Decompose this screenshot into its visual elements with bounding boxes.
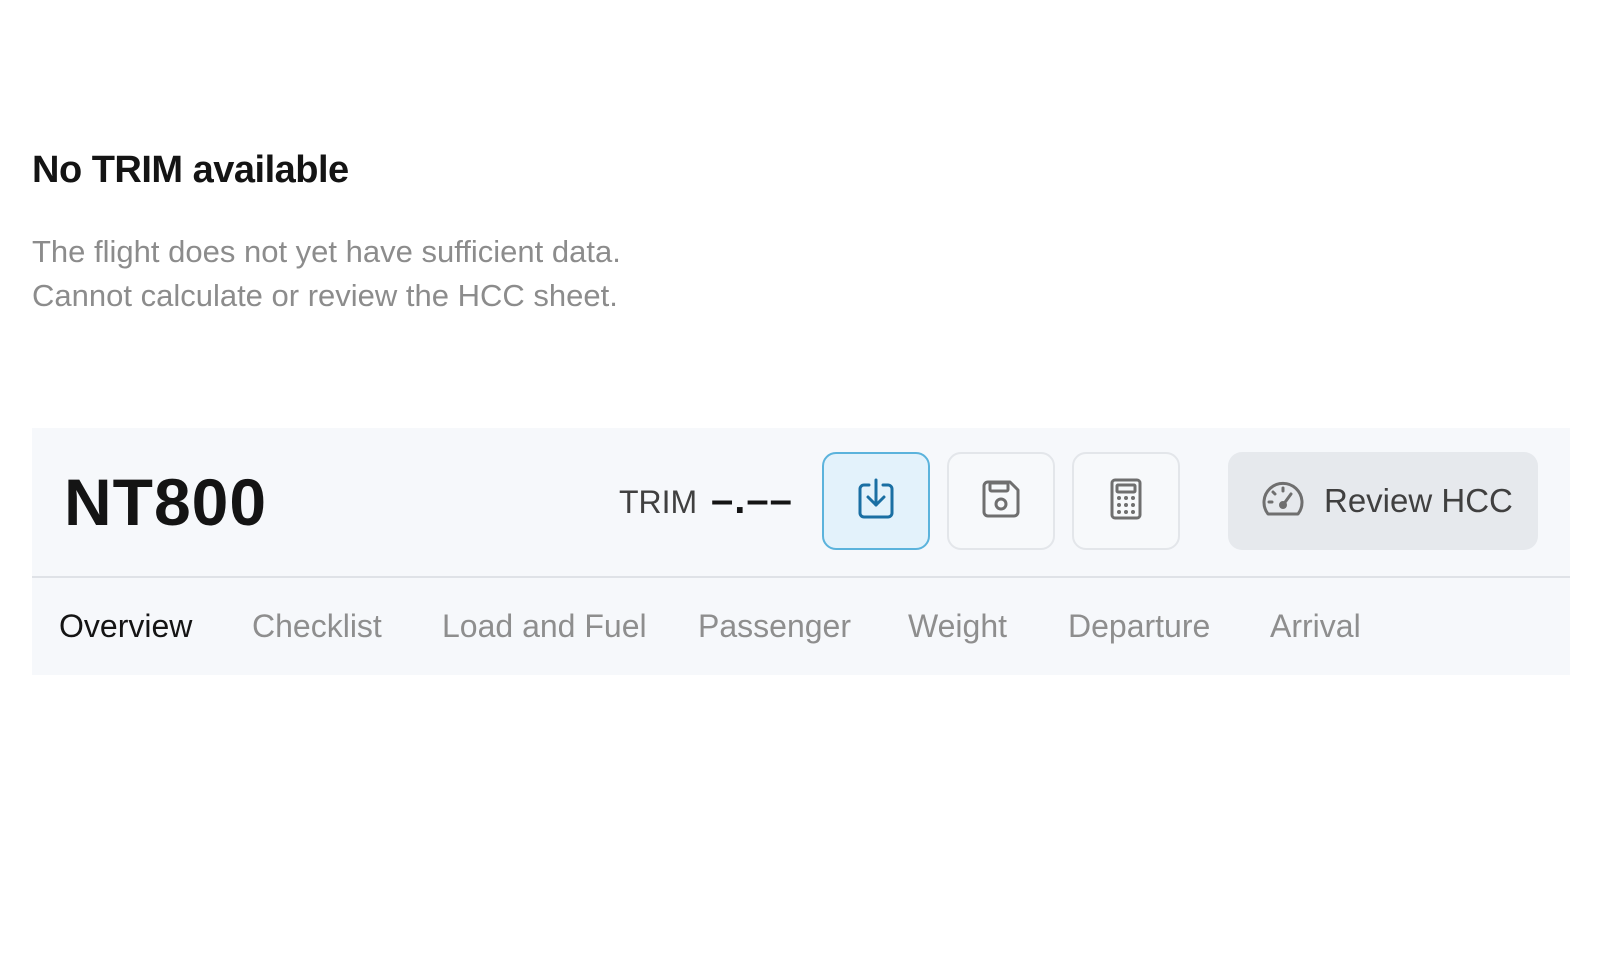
flight-number: NT800 <box>64 465 268 539</box>
save-button[interactable] <box>947 452 1055 550</box>
calculator-button[interactable] <box>1072 452 1180 550</box>
trim-label: TRIM <box>619 484 698 520</box>
save-icon <box>979 477 1023 526</box>
download-icon <box>856 477 896 526</box>
flight-tabs: Overview Checklist Load and Fuel Passeng… <box>32 578 1570 675</box>
tab-weight[interactable]: Weight <box>908 604 1007 648</box>
flight-header: NT800 TRIM –.–– Review HCC <box>32 428 1570 578</box>
notice-body: The flight does not yet have sufficient … <box>32 230 621 318</box>
tab-overview[interactable]: Overview <box>59 604 192 648</box>
tab-departure[interactable]: Departure <box>1068 604 1210 648</box>
notice-line-1: The flight does not yet have sufficient … <box>32 234 621 269</box>
tab-arrival[interactable]: Arrival <box>1270 604 1361 648</box>
review-hcc-button[interactable]: Review HCC <box>1228 452 1538 550</box>
tab-passenger[interactable]: Passenger <box>698 604 851 648</box>
trim-value: –.–– <box>711 478 793 522</box>
review-hcc-label: Review HCC <box>1324 482 1513 519</box>
flight-panel: NT800 TRIM –.–– Review HCC Overview Chec… <box>32 428 1570 675</box>
tab-load-and-fuel[interactable]: Load and Fuel <box>442 604 647 648</box>
no-trim-notice: No TRIM available The flight does not ye… <box>32 140 621 318</box>
notice-line-2: Cannot calculate or review the HCC sheet… <box>32 278 618 313</box>
tab-checklist[interactable]: Checklist <box>252 604 382 648</box>
notice-title: No TRIM available <box>32 149 349 191</box>
gauge-icon <box>1260 479 1306 524</box>
calculator-icon <box>1108 477 1144 526</box>
download-button[interactable] <box>822 452 930 550</box>
